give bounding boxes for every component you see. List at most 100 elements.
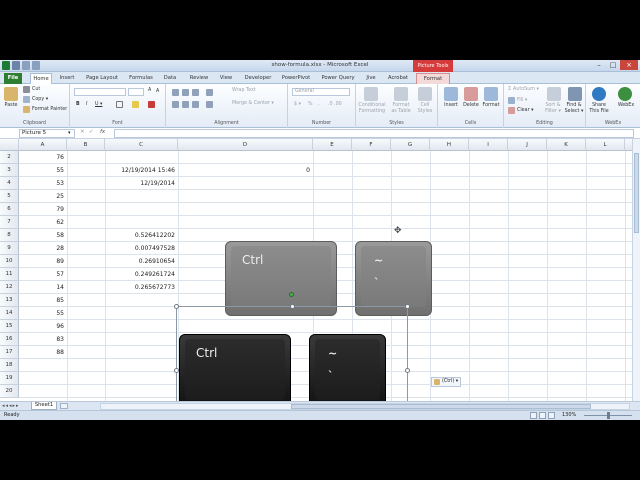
cell-a10[interactable]: 89	[19, 255, 67, 268]
column-header[interactable]: A	[19, 139, 67, 151]
tab-data[interactable]: Data	[160, 73, 180, 84]
column-header[interactable]: F	[352, 139, 391, 151]
name-box[interactable]: Picture 5	[19, 129, 75, 138]
delete-cells-button[interactable]: Delete	[460, 103, 482, 109]
column-header[interactable]: L	[586, 139, 625, 151]
row-header[interactable]: 11	[0, 268, 19, 281]
column-header[interactable]: K	[547, 139, 586, 151]
decimal-icon[interactable]: .0 .00	[328, 102, 342, 107]
row-header[interactable]: 14	[0, 307, 19, 320]
resize-handle[interactable]	[174, 304, 179, 309]
horizontal-scroll-thumb[interactable]	[291, 404, 591, 409]
row-header[interactable]: 16	[0, 333, 19, 346]
row-header[interactable]: 8	[0, 229, 19, 242]
zoom-level[interactable]: 130%	[562, 412, 576, 418]
ctrl-key-image[interactable]: Ctrl	[225, 241, 337, 316]
autosum-button[interactable]: Σ AutoSum ▾	[508, 87, 539, 92]
align-bottom-icon[interactable]	[192, 89, 199, 96]
tab-developer[interactable]: Developer	[242, 73, 274, 84]
row-header[interactable]: 4	[0, 177, 19, 190]
vertical-scrollbar[interactable]	[632, 139, 640, 401]
format-painter-button[interactable]: Format Painter	[23, 106, 67, 113]
sheet-tab-sheet1[interactable]: Sheet1	[31, 402, 57, 410]
align-left-icon[interactable]	[172, 101, 179, 108]
cell-c4[interactable]: 12/19/2014	[105, 177, 178, 190]
number-format-dropdown[interactable]: General	[292, 88, 350, 96]
wrap-text-button[interactable]: Wrap Text	[232, 88, 256, 93]
merge-center-button[interactable]: Merge & Center ▾	[232, 101, 274, 106]
row-header[interactable]: 7	[0, 216, 19, 229]
sheet-nav-arrows[interactable]: ◂◂◂▸▸	[2, 402, 20, 410]
cell-a7[interactable]: 62	[19, 216, 67, 229]
tilde-key-image-selected[interactable]: ~ `	[309, 334, 386, 403]
format-table-icon[interactable]	[394, 87, 408, 101]
format-cells-icon[interactable]	[484, 87, 498, 101]
orientation-icon[interactable]	[206, 89, 213, 96]
row-header[interactable]: 12	[0, 281, 19, 294]
tab-jive[interactable]: Jive	[362, 73, 380, 84]
webex-icon[interactable]	[618, 87, 632, 101]
cell-a17[interactable]: 88	[19, 346, 67, 359]
conditional-formatting-button[interactable]: Conditional Formatting	[358, 103, 386, 114]
column-header[interactable]: B	[67, 139, 105, 151]
cell-c10[interactable]: 0.26910654	[105, 255, 178, 268]
tab-format[interactable]: Format	[416, 73, 450, 84]
percent-icon[interactable]: %	[308, 102, 313, 107]
cell-a8[interactable]: 58	[19, 229, 67, 242]
cell-e3[interactable]: 0	[178, 164, 313, 177]
cell-a13[interactable]: 85	[19, 294, 67, 307]
align-center-icon[interactable]	[182, 101, 189, 108]
row-header[interactable]: 15	[0, 320, 19, 333]
cell-a9[interactable]: 28	[19, 242, 67, 255]
vertical-scroll-thumb[interactable]	[634, 153, 639, 233]
sort-filter-icon[interactable]	[547, 87, 561, 101]
cut-button[interactable]: Cut	[23, 86, 40, 93]
find-select-button[interactable]: Find & Select ▾	[562, 103, 586, 114]
cancel-icon[interactable]: ✕	[80, 129, 85, 135]
formula-input[interactable]	[114, 129, 634, 138]
tab-insert[interactable]: Insert	[56, 73, 78, 84]
insert-sheet-icon[interactable]	[60, 403, 68, 409]
cell-styles-icon[interactable]	[418, 87, 432, 101]
resize-handle[interactable]	[405, 304, 410, 309]
borders-icon[interactable]	[116, 101, 123, 108]
insert-function-icon[interactable]: fx	[100, 129, 105, 135]
cell-styles-button[interactable]: Cell Styles	[414, 103, 436, 114]
maximize-icon[interactable]: □	[606, 60, 620, 70]
enter-icon[interactable]: ✓	[89, 129, 94, 135]
tab-file[interactable]: File	[4, 73, 22, 84]
conditional-formatting-icon[interactable]	[364, 87, 378, 101]
grow-font-icon[interactable]: A	[148, 88, 151, 93]
comma-icon[interactable]: ,	[318, 102, 320, 107]
sort-filter-button[interactable]: Sort & Filter ▾	[542, 103, 564, 114]
column-header[interactable]: E	[313, 139, 352, 151]
cell-a5[interactable]: 25	[19, 190, 67, 203]
align-top-icon[interactable]	[172, 89, 179, 96]
insert-cells-button[interactable]: Insert	[440, 103, 462, 109]
webex-button[interactable]: WebEx	[614, 103, 638, 109]
page-layout-view-icon[interactable]	[539, 412, 546, 419]
fill-button[interactable]: Fill ▾	[508, 97, 527, 104]
shrink-font-icon[interactable]: A	[156, 89, 159, 94]
column-header[interactable]: I	[469, 139, 508, 151]
resize-handle[interactable]	[290, 304, 295, 309]
tab-power-query[interactable]: Power Query	[318, 73, 358, 84]
cell-a15[interactable]: 96	[19, 320, 67, 333]
horizontal-scrollbar[interactable]	[100, 403, 630, 410]
font-size-dropdown[interactable]	[128, 88, 144, 96]
row-header[interactable]: 5	[0, 190, 19, 203]
italic-button[interactable]: I	[86, 102, 87, 107]
row-header[interactable]: 2	[0, 151, 19, 164]
tab-page-layout[interactable]: Page Layout	[84, 73, 120, 84]
indent-icon[interactable]	[206, 101, 213, 108]
cell-c11[interactable]: 0.249261724	[105, 268, 178, 281]
page-break-view-icon[interactable]	[548, 412, 555, 419]
underline-button[interactable]: U ▾	[95, 102, 102, 107]
font-name-dropdown[interactable]	[74, 88, 126, 96]
column-header[interactable]: D	[178, 139, 313, 151]
align-middle-icon[interactable]	[182, 89, 189, 96]
font-color-icon[interactable]	[148, 101, 155, 108]
column-header[interactable]: C	[105, 139, 178, 151]
cell-c12[interactable]: 0.265672773	[105, 281, 178, 294]
cell-a16[interactable]: 83	[19, 333, 67, 346]
